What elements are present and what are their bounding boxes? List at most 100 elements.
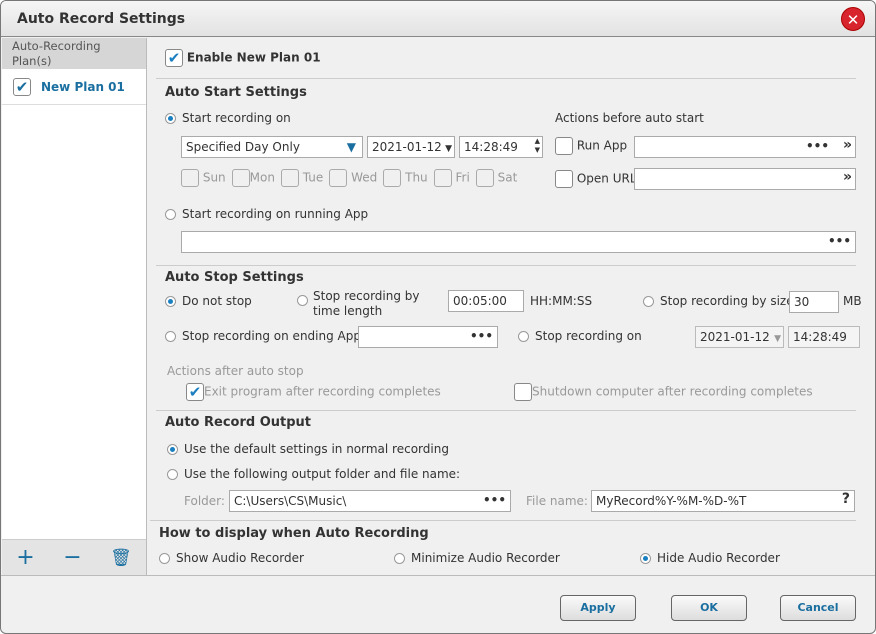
chevron-down-icon: ▼: [774, 334, 781, 344]
day-wed-checkbox[interactable]: Wed: [329, 169, 377, 187]
day-sun-checkbox[interactable]: Sun: [181, 169, 226, 187]
shutdown-label: Shutdown computer after recording comple…: [532, 384, 813, 399]
schedule-mode-select[interactable]: Specified Day Only ▼: [181, 136, 363, 158]
run-app-checkbox[interactable]: Run App: [555, 137, 627, 155]
output-heading: Auto Record Output: [165, 415, 311, 430]
enable-plan-label: Enable New Plan 01: [186, 50, 321, 65]
day-sat-checkbox[interactable]: Sat: [475, 169, 517, 187]
folder-input[interactable]: C:\Users\CS\Music\ •••: [229, 490, 511, 512]
folder-label: Folder:: [184, 494, 225, 508]
size-unit-label: MB: [843, 294, 862, 308]
start-recording-on-radio[interactable]: Start recording on: [165, 111, 291, 125]
browse-icon[interactable]: •••: [806, 138, 829, 154]
sidebar-toolbar: + − 🗑: [2, 539, 146, 575]
show-recorder-radio[interactable]: Show Audio Recorder: [159, 551, 304, 565]
start-time-spinner[interactable]: 14:28:49 ▲ ▼: [459, 136, 543, 158]
stop-by-size-radio[interactable]: Stop recording by size: [643, 294, 794, 308]
custom-output-radio[interactable]: Use the following output folder and file…: [167, 467, 460, 481]
window-title: Auto Record Settings: [17, 11, 186, 27]
start-on-label: Start recording on: [182, 111, 291, 125]
stop-on-ending-app-radio[interactable]: Stop recording on ending App: [165, 329, 361, 343]
title-bar: Auto Record Settings ✕: [1, 1, 875, 37]
hide-recorder-label: Hide Audio Recorder: [657, 551, 780, 565]
spinner-arrows-icon[interactable]: ▲ ▼: [535, 137, 540, 155]
dialog-window: Auto Record Settings ✕ Auto-Recording Pl…: [0, 0, 876, 634]
cancel-button[interactable]: Cancel: [780, 595, 856, 621]
run-app-label: Run App: [576, 138, 628, 153]
stop-app-path-input[interactable]: •••: [358, 326, 498, 348]
stop-by-time-radio[interactable]: Stop recording by time length: [297, 289, 447, 319]
minimize-recorder-label: Minimize Audio Recorder: [411, 551, 560, 565]
stop-date-picker[interactable]: 2021-01-12 ▼: [695, 326, 784, 348]
open-url-checkbox[interactable]: Open URL: [555, 170, 637, 188]
plan-settings: ✔ Enable New Plan 01 Auto Start Settings…: [148, 38, 875, 575]
stop-on-app-label: Stop recording on ending App: [182, 329, 361, 343]
plan-label: New Plan 01: [41, 79, 125, 94]
sidebar-header: Auto-Recording Plan(s): [2, 38, 146, 69]
start-time-value: 14:28:49: [464, 140, 518, 154]
add-plan-icon[interactable]: +: [16, 545, 34, 570]
browse-icon[interactable]: •••: [470, 328, 493, 344]
remove-plan-icon[interactable]: −: [63, 545, 81, 570]
auto-start-heading: Auto Start Settings: [165, 85, 307, 100]
actions-before-start-label: Actions before auto start: [555, 111, 704, 125]
help-icon[interactable]: ?: [842, 491, 850, 507]
stop-on-date-label: Stop recording on: [535, 329, 642, 343]
minimize-recorder-radio[interactable]: Minimize Audio Recorder: [394, 551, 560, 565]
default-output-radio[interactable]: Use the default settings in normal recor…: [167, 442, 449, 456]
shutdown-checkbox[interactable]: Shutdown computer after recording comple…: [514, 383, 813, 401]
stop-time-of-day-value: 14:28:49: [793, 330, 847, 344]
browse-icon[interactable]: •••: [483, 492, 506, 508]
chevron-down-icon: ▼: [445, 144, 452, 154]
start-app-path-input[interactable]: •••: [181, 231, 856, 253]
plan-sidebar: Auto-Recording Plan(s) ✔ New Plan 01 + −…: [2, 38, 147, 575]
custom-output-label: Use the following output folder and file…: [184, 467, 461, 481]
run-app-path-input[interactable]: ••• »: [634, 136, 856, 158]
ok-button[interactable]: OK: [671, 595, 747, 621]
folder-value: C:\Users\CS\Music\: [234, 494, 347, 508]
weekday-checkboxes: Sun Mon Tue Wed Thu Fri Sat: [181, 169, 517, 187]
display-heading: How to display when Auto Recording: [159, 526, 429, 541]
actions-after-stop-label: Actions after auto stop: [167, 364, 304, 378]
plan-checkbox[interactable]: ✔: [13, 77, 31, 96]
delete-plan-icon[interactable]: 🗑: [110, 548, 132, 568]
apply-button[interactable]: Apply: [560, 595, 636, 621]
stop-on-date-radio[interactable]: Stop recording on: [518, 329, 642, 343]
mode-value: Specified Day Only: [186, 140, 300, 154]
stop-by-time-label: Stop recording by time length: [313, 289, 420, 318]
enable-plan-checkbox[interactable]: ✔ Enable New Plan 01: [165, 49, 321, 67]
file-name-input[interactable]: MyRecord%Y-%M-%D-%T?: [591, 490, 855, 512]
do-not-stop-label: Do not stop: [182, 294, 252, 308]
start-date-picker[interactable]: 2021-01-12 ▼: [367, 136, 455, 158]
stop-time-spinner[interactable]: 00:05:00: [448, 290, 524, 312]
start-date-value: 2021-01-12: [372, 140, 442, 154]
stop-time-value: 00:05:00: [453, 294, 507, 308]
exit-program-checkbox[interactable]: ✔ Exit program after recording completes: [186, 383, 441, 401]
day-thu-checkbox[interactable]: Thu: [383, 169, 428, 187]
stop-date-value: 2021-01-12: [700, 330, 770, 344]
hide-recorder-radio[interactable]: Hide Audio Recorder: [640, 551, 780, 565]
stop-size-input[interactable]: 30: [789, 291, 839, 313]
double-chevron-icon[interactable]: »: [843, 169, 852, 185]
size-value: 30: [794, 295, 810, 309]
day-mon-checkbox[interactable]: Mon: [231, 169, 275, 187]
double-chevron-icon[interactable]: »: [843, 137, 852, 153]
chevron-down-icon: ▼: [346, 140, 356, 154]
stop-time-of-day-spinner[interactable]: 14:28:49: [788, 326, 860, 348]
start-app-label: Start recording on running App: [182, 207, 369, 221]
plan-item[interactable]: ✔ New Plan 01: [2, 69, 146, 105]
day-tue-checkbox[interactable]: Tue: [280, 169, 323, 187]
exit-program-label: Exit program after recording completes: [204, 384, 441, 399]
do-not-stop-radio[interactable]: Do not stop: [165, 294, 252, 308]
start-on-app-radio[interactable]: Start recording on running App: [165, 207, 368, 221]
open-url-input[interactable]: »: [634, 168, 856, 190]
file-name-label: File name:: [526, 494, 588, 508]
close-icon[interactable]: ✕: [841, 7, 865, 31]
default-output-label: Use the default settings in normal recor…: [184, 442, 449, 456]
day-fri-checkbox[interactable]: Fri: [433, 169, 470, 187]
stop-by-size-label: Stop recording by size: [660, 294, 794, 308]
auto-stop-heading: Auto Stop Settings: [165, 270, 304, 285]
open-url-label: Open URL: [576, 171, 637, 186]
browse-icon[interactable]: •••: [828, 233, 851, 249]
show-recorder-label: Show Audio Recorder: [176, 551, 304, 565]
